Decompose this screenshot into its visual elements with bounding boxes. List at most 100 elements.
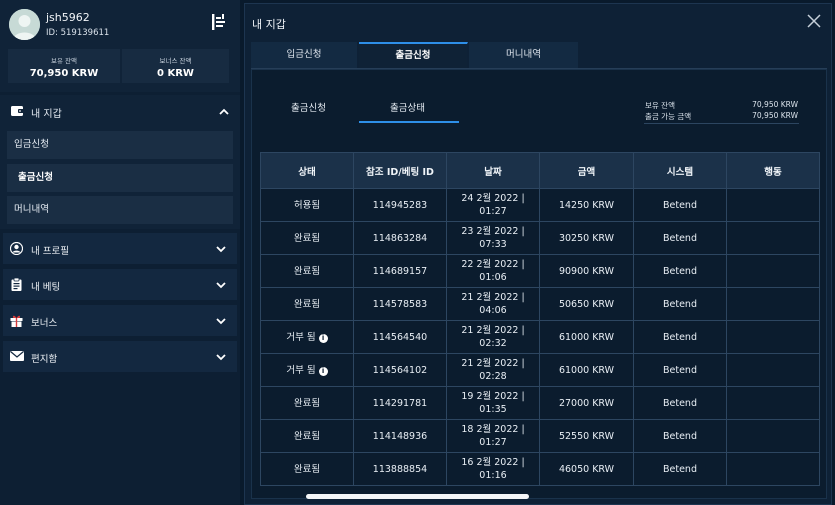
action-cell[interactable] [726,188,820,222]
user-icon [9,241,24,256]
sidebar-item-withdraw[interactable]: 출금신청 [7,164,233,192]
time-text: 04:06 [479,305,507,316]
time-text: 01:27 [479,206,507,217]
balance-value: 70,950 KRW [29,68,99,79]
ref-id-cell: 114291781 [353,386,447,420]
date-text: 18 2월 2022 | [461,424,525,435]
username: jsh5962 [46,11,90,24]
action-cell[interactable] [726,287,820,321]
tab-deposit[interactable]: 입금신청 [251,42,358,68]
wallet-icon [11,105,24,116]
ref-id-cell: 113888854 [353,452,447,486]
column-header-action[interactable]: 행동 [726,152,820,189]
bonus-balance-box: 보너스 잔액 0 KRW [122,49,229,83]
status-cell: 거부 됨i [260,320,354,354]
column-header-amount[interactable]: 금액 [539,152,634,189]
date-text: 21 2월 2022 | [461,292,525,303]
time-text: 01:27 [479,437,507,448]
action-cell[interactable] [726,221,820,255]
date-cell: 23 2월 2022 | 07:33 [446,221,540,255]
chevron-down-icon [216,281,226,289]
status-text: 거부 됨 [286,331,316,343]
tab-money-history[interactable]: 머니내역 [469,42,579,68]
status-text: 완료됨 [293,397,321,409]
ref-id-cell: 114945283 [353,188,447,222]
sidebar-item-deposit[interactable]: 입금신청 [7,131,233,159]
table-row: 완료됨 114578583 21 2월 2022 | 04:06 50650 KRW Be… [260,287,820,321]
table-row: 완료됨 114689157 22 2월 2022 | 01:06 90900 KRW Be… [260,254,820,288]
sidebar-item-label: 내 프로필 [31,246,69,257]
table-row: 거부 됨 i 114564540 21 2월 2022 | 02:32 61000 KRW… [260,320,820,354]
table-row: 완료됨 114291781 19 2월 2022 | 01:35 27000 KRW Be… [260,386,820,420]
summary-row: 보유 잔액 70,950 KRW [645,100,798,111]
info-icon[interactable]: i [318,333,328,343]
subtab-withdraw-request[interactable]: 출금신청 [291,100,326,114]
wallet-label: 내 지갑 [31,109,62,120]
action-cell[interactable] [726,353,820,387]
date-cell: 21 2월 2022 | 04:06 [446,287,540,321]
amount-cell: 61000 KRW [539,353,634,387]
ref-id-cell: 114564540 [353,320,447,354]
date-text: 23 2월 2022 | [461,226,525,237]
chevron-down-icon [216,245,226,253]
chevron-up-icon[interactable] [219,107,229,115]
date-text: 21 2월 2022 | [461,325,525,336]
table-row: 완료됨 114863284 23 2월 2022 | 07:33 30250 KRW Be… [260,221,820,255]
summary-value: 70,950 KRW [752,100,798,109]
sidebar-item-mailbox[interactable]: 편지함 [3,341,237,372]
sidebar: jsh5962 ID: 519139611 보유 잔액 70,950 KRW 보… [0,0,240,505]
date-text: 19 2월 2022 | [461,391,525,402]
status-cell: 완료됨 [260,386,354,420]
summary-value: 70,950 KRW [752,111,798,120]
action-cell[interactable] [726,452,820,486]
info-icon[interactable]: i [318,366,328,376]
date-text: 24 2월 2022 | [461,193,525,204]
column-header-system[interactable]: 시스템 [633,152,727,189]
tab-withdraw[interactable]: 출금신청 [359,42,468,68]
time-text: 07:33 [479,239,507,250]
column-header-ref-id[interactable]: 참조 ID/베팅 ID [353,152,447,189]
time-text: 02:32 [479,338,507,349]
tab-content: 출금신청 출금상태 보유 잔액 70,950 KRW 출금 가능 금액 70,9… [251,69,827,499]
date-text: 16 2월 2022 | [461,457,525,468]
betslip-icon[interactable] [212,14,226,30]
divider [644,123,799,124]
bonus-balance-value: 0 KRW [157,68,194,79]
table-row: 거부 됨 i 114564102 21 2월 2022 | 02:28 61000 KRW… [260,353,820,387]
time-text: 02:28 [479,371,507,382]
ref-id-cell: 114689157 [353,254,447,288]
status-cell: 완료됨 [260,452,354,486]
home-indicator [306,494,529,499]
status-cell: 완료됨 [260,419,354,453]
avatar[interactable] [9,9,40,40]
action-cell[interactable] [726,254,820,288]
wallet-header[interactable]: 내 지갑 [0,95,240,127]
wallet-section: 내 지갑 입금신청 출금신청 머니내역 [0,95,240,229]
sidebar-item-money-history[interactable]: 머니내역 [7,196,233,224]
action-cell[interactable] [726,386,820,420]
date-text: 22 2월 2022 | [461,259,525,270]
ref-id-cell: 114578583 [353,287,447,321]
sidebar-item-profile[interactable]: 내 프로필 [3,233,237,264]
amount-cell: 61000 KRW [539,320,634,354]
table-header-row: 상태 참조 ID/베팅 ID 날짜 금액 시스템 행동 [260,152,820,189]
sidebar-item-my-bets[interactable]: 내 베팅 [3,269,237,300]
status-text: 완료됨 [293,232,321,244]
subtab-withdraw-status[interactable]: 출금상태 [390,100,425,114]
sidebar-item-bonus[interactable]: 보너스 [3,305,237,336]
sidebar-item-label: 내 베팅 [31,282,61,293]
mail-icon [10,350,24,363]
amount-cell: 30250 KRW [539,221,634,255]
system-cell: Betend [633,419,727,453]
clipboard-icon [10,277,23,291]
status-cell: 완료됨 [260,287,354,321]
table-row: 완료됨 113888854 16 2월 2022 | 01:16 46050 KRW Be… [260,452,820,486]
gift-icon [10,314,23,327]
ref-id-cell: 114564102 [353,353,447,387]
column-header-date[interactable]: 날짜 [446,152,540,189]
action-cell[interactable] [726,320,820,354]
close-icon[interactable] [807,14,821,28]
column-header-status[interactable]: 상태 [260,152,354,189]
action-cell[interactable] [726,419,820,453]
summary-row: 출금 가능 금액 70,950 KRW [645,111,798,122]
